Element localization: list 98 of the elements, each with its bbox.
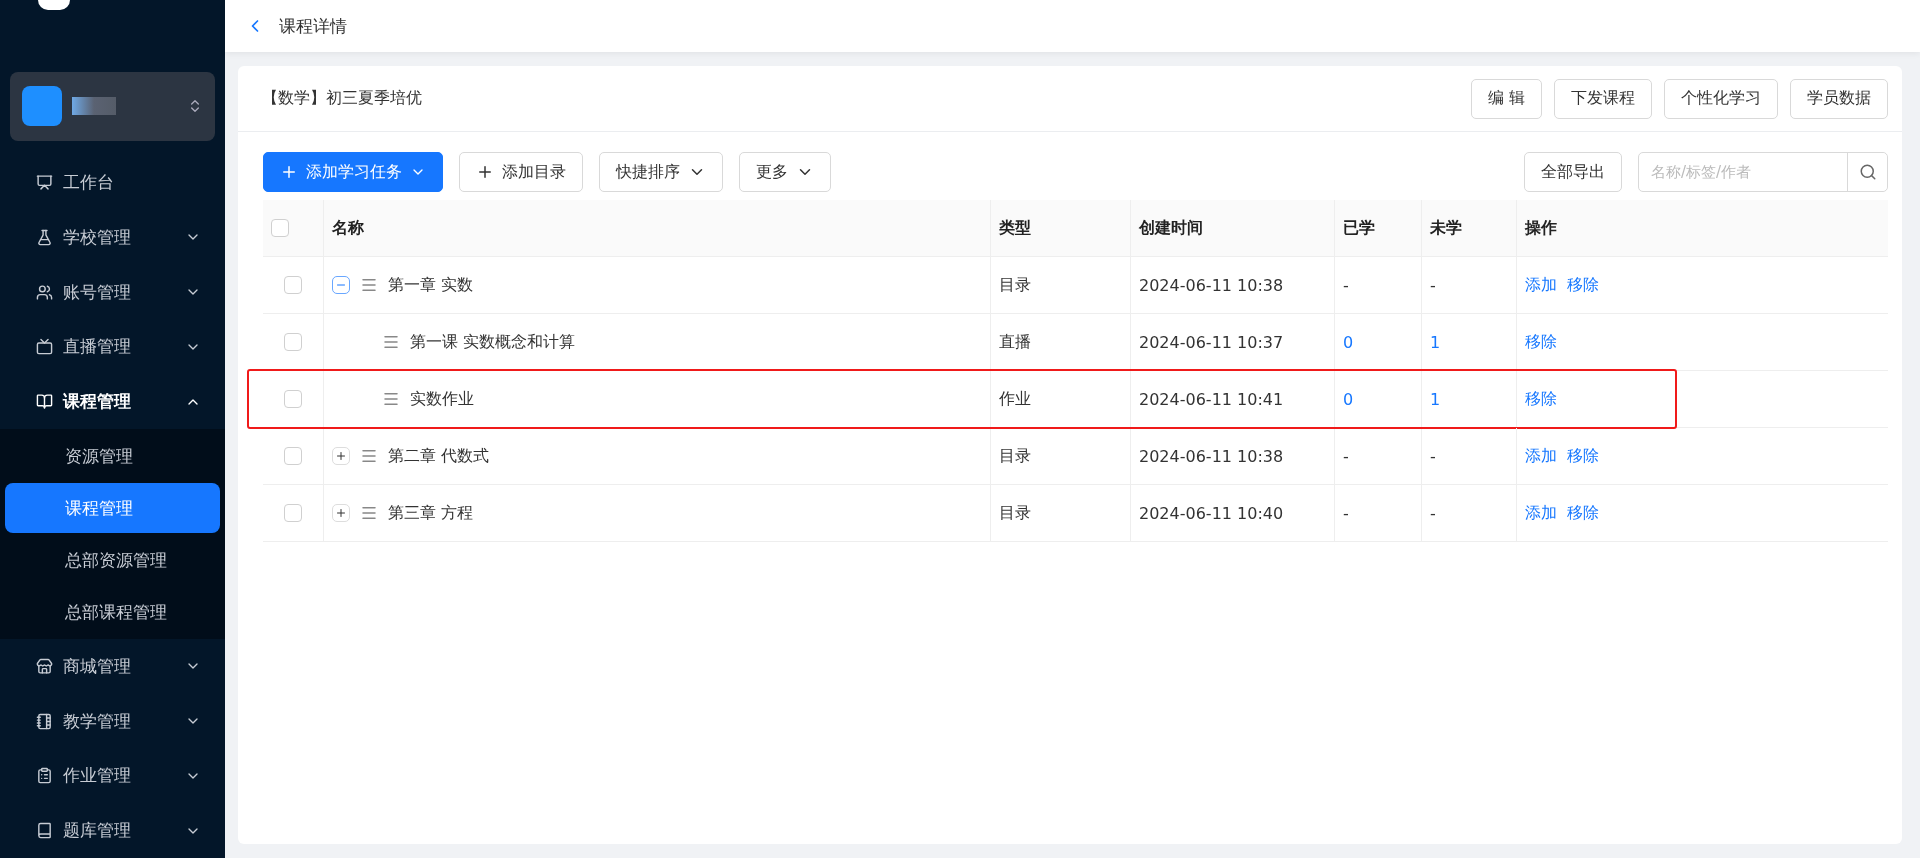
plus-icon: [476, 163, 494, 181]
action-button[interactable]: 学员数据: [1790, 78, 1888, 119]
table-cell: -: [1343, 446, 1349, 466]
table-cell: 第一课 实数概念和计算: [410, 331, 576, 353]
column-header: 名称: [332, 217, 364, 239]
nav-icon: [36, 174, 53, 192]
action-link[interactable]: 添加: [1525, 274, 1557, 296]
table-cell: -: [1343, 275, 1349, 295]
checkbox[interactable]: [284, 276, 302, 294]
nav-icon: [36, 283, 53, 301]
drag-handle-icon[interactable]: [382, 333, 400, 351]
table-cell: 直播: [999, 331, 1031, 353]
column-header: 已学: [1343, 217, 1375, 239]
action-link[interactable]: 移除: [1567, 445, 1599, 467]
table-cell: 2024-06-11 10:40: [1139, 503, 1284, 523]
plus-icon: [335, 450, 347, 462]
nav-icon: [36, 657, 53, 675]
column-header: 类型: [999, 217, 1031, 239]
nav-item[interactable]: 直播管理: [0, 319, 225, 375]
plus-icon: [280, 163, 298, 181]
nav-item[interactable]: 课程管理: [0, 374, 225, 429]
action-button[interactable]: 下发课程: [1554, 78, 1652, 119]
checkbox[interactable]: [271, 219, 289, 237]
dropdown-button[interactable]: 快捷排序: [599, 152, 723, 192]
table-cell: -: [1430, 446, 1436, 466]
action-link[interactable]: 添加: [1525, 445, 1557, 467]
drag-handle-icon[interactable]: [382, 390, 400, 408]
action-button[interactable]: 编 辑: [1470, 78, 1542, 119]
logo-icon: [38, 0, 70, 10]
table-cell: 2024-06-11 10:38: [1139, 446, 1284, 466]
nav-item[interactable]: 题库管理: [0, 803, 225, 858]
expand-toggle[interactable]: [332, 504, 350, 522]
table-cell: 2024-06-11 10:37: [1139, 332, 1284, 352]
submenu-item[interactable]: 总部资源管理: [5, 535, 220, 585]
checkbox[interactable]: [284, 390, 302, 408]
table-cell: 2024-06-11 10:41: [1139, 389, 1284, 409]
plus-icon: [335, 507, 347, 519]
dropdown-button[interactable]: 更多: [739, 152, 831, 192]
search-box[interactable]: 名称/标签/作者: [1638, 152, 1888, 192]
nav-icon: [36, 228, 53, 246]
table-cell: 作业: [999, 388, 1031, 410]
submenu-item[interactable]: 资源管理: [5, 431, 220, 481]
course-title: 【数学】初三夏季培优: [262, 88, 422, 109]
search-icon: [1858, 163, 1877, 181]
column-header: 创建时间: [1139, 217, 1203, 239]
table-cell: 2024-06-11 10:38: [1139, 275, 1284, 295]
nav-icon: [36, 712, 53, 730]
drag-handle-icon[interactable]: [360, 276, 378, 294]
drag-handle-icon[interactable]: [360, 504, 378, 522]
nav-item[interactable]: 工作台: [0, 155, 225, 211]
action-link[interactable]: 移除: [1525, 388, 1557, 410]
table-cell: 目录: [999, 274, 1031, 296]
action-link[interactable]: 移除: [1567, 502, 1599, 524]
table-cell: -: [1430, 503, 1436, 523]
nav-item[interactable]: 作业管理: [0, 748, 225, 804]
table-cell: 第三章 方程: [388, 502, 474, 524]
table-cell: 目录: [999, 445, 1031, 467]
column-header: 操作: [1525, 217, 1557, 239]
page-title: 课程详情: [279, 14, 347, 38]
collapse-toggle[interactable]: [332, 276, 350, 294]
export-button[interactable]: 全部导出: [1524, 152, 1622, 192]
count-link[interactable]: 1: [1430, 389, 1441, 409]
organization-switcher[interactable]: [10, 71, 215, 142]
submenu-item[interactable]: 课程管理: [5, 483, 220, 533]
action-link[interactable]: 移除: [1525, 331, 1557, 353]
action-link[interactable]: 移除: [1567, 274, 1599, 296]
count-link[interactable]: 0: [1343, 332, 1354, 352]
add-directory-button[interactable]: 添加目录: [459, 152, 583, 192]
nav-item[interactable]: 教学管理: [0, 693, 225, 749]
nav-icon: [36, 822, 53, 840]
action-button[interactable]: 个性化学习: [1664, 78, 1778, 119]
column-header: 未学: [1430, 217, 1462, 239]
count-link[interactable]: 0: [1343, 389, 1354, 409]
nav-item[interactable]: 账号管理: [0, 264, 225, 320]
drag-handle-icon[interactable]: [360, 447, 378, 465]
table-cell: 第一章 实数: [388, 274, 474, 296]
search-field[interactable]: 名称/标签/作者: [1639, 153, 1847, 191]
add-task-button[interactable]: 添加学习任务: [263, 152, 443, 192]
table-cell: -: [1430, 275, 1436, 295]
submenu-item[interactable]: 总部课程管理: [5, 587, 220, 637]
nav-item[interactable]: 商城管理: [0, 639, 225, 694]
search-button[interactable]: [1847, 153, 1887, 191]
checkbox[interactable]: [284, 504, 302, 522]
table-cell: 第二章 代数式: [388, 445, 490, 467]
nav-item[interactable]: 学校管理: [0, 210, 225, 265]
expand-toggle[interactable]: [332, 447, 350, 465]
table-cell: 实数作业: [410, 388, 474, 410]
blurred-name: [72, 97, 116, 116]
nav-icon: [36, 393, 53, 411]
checkbox[interactable]: [284, 333, 302, 351]
avatar-placeholder: [22, 86, 62, 127]
action-link[interactable]: 添加: [1525, 502, 1557, 524]
nav-icon: [36, 338, 53, 356]
nav-icon: [36, 767, 53, 785]
table-cell: -: [1343, 503, 1349, 523]
checkbox[interactable]: [284, 447, 302, 465]
count-link[interactable]: 1: [1430, 332, 1441, 352]
table-cell: 目录: [999, 502, 1031, 524]
